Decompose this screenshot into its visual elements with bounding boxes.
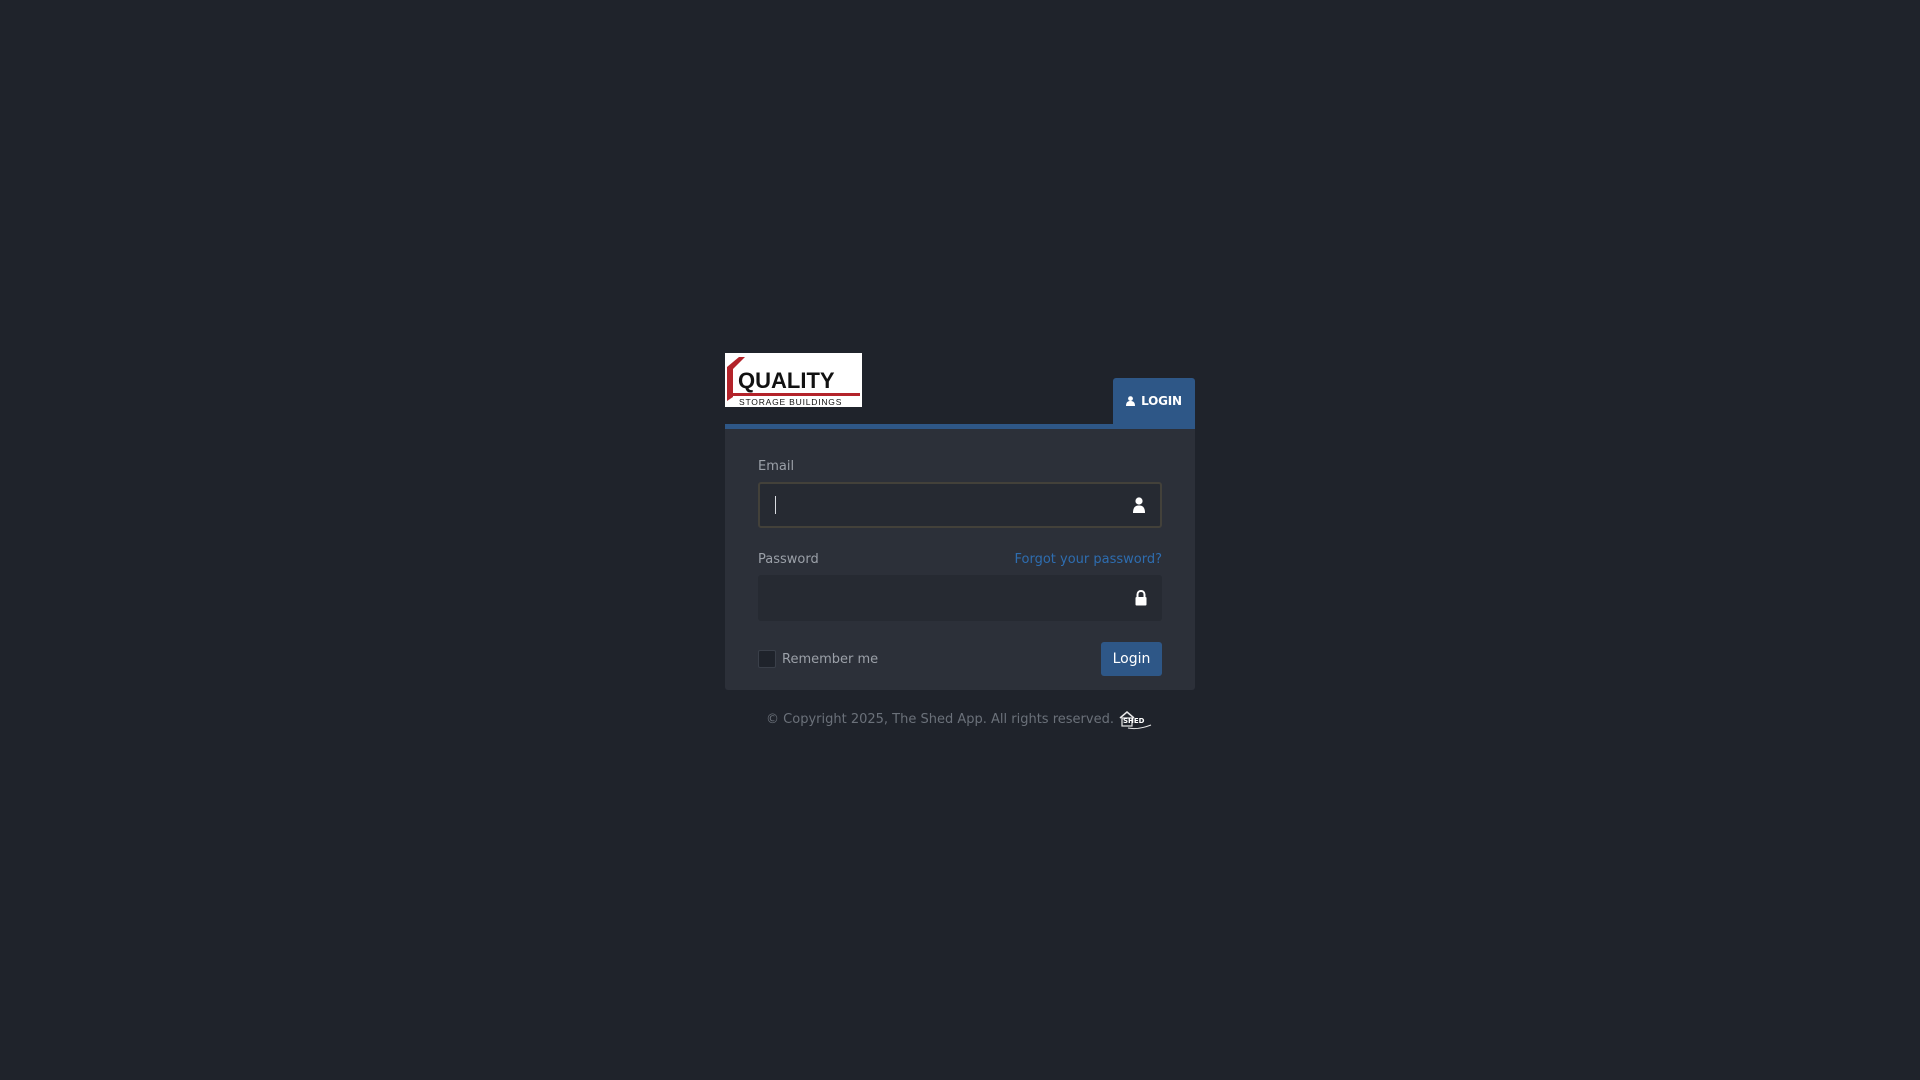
copyright-text: © Copyright 2025, The Shed App. All righ…	[766, 711, 1114, 727]
tab-login[interactable]: LOGIN	[1113, 378, 1195, 424]
email-field-wrapper	[758, 482, 1162, 528]
remember-me-control[interactable]: Remember me	[758, 650, 878, 668]
user-icon	[1133, 497, 1145, 513]
logo-main-text: QUALITY	[738, 368, 835, 393]
footer: © Copyright 2025, The Shed App. All righ…	[725, 708, 1195, 730]
email-label: Email	[758, 459, 795, 474]
password-label: Password	[758, 552, 819, 567]
form-actions: Remember me Login	[758, 642, 1162, 676]
forgot-password-link[interactable]: Forgot your password?	[1014, 552, 1162, 567]
user-icon	[1126, 396, 1136, 406]
text-caret	[775, 496, 776, 514]
email-field[interactable]	[760, 484, 1160, 526]
login-container: QUALITY STORAGE BUILDINGS LOGIN Email Pa…	[725, 353, 1195, 730]
password-field[interactable]	[758, 575, 1162, 621]
password-label-row: Password Forgot your password?	[758, 552, 1162, 572]
password-field-wrapper	[758, 575, 1162, 621]
logo-sub-text: STORAGE BUILDINGS	[739, 397, 842, 407]
remember-me-label: Remember me	[782, 651, 879, 667]
company-logo: QUALITY STORAGE BUILDINGS	[725, 353, 862, 407]
remember-me-checkbox[interactable]	[758, 650, 776, 668]
login-button[interactable]: Login	[1101, 642, 1162, 676]
lock-icon	[1135, 590, 1147, 606]
login-panel: Email Password Forgot your password? Rem…	[725, 424, 1195, 690]
shed-badge-text: SHED	[1123, 717, 1145, 725]
email-label-row: Email	[758, 459, 1162, 479]
shed-app-logo: SHED	[1119, 711, 1152, 730]
login-header: QUALITY STORAGE BUILDINGS LOGIN	[725, 353, 1195, 424]
tab-login-label: LOGIN	[1141, 394, 1182, 408]
